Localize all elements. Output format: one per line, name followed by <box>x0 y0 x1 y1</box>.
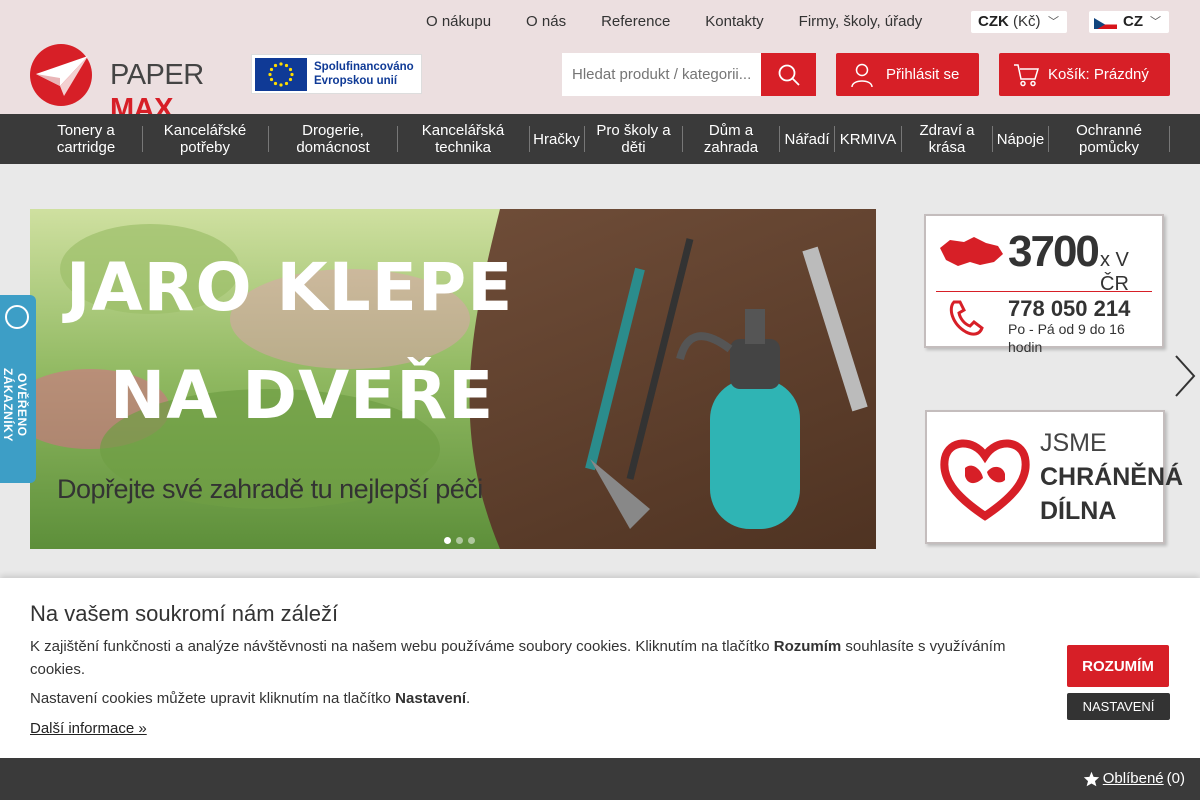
stores-suffix: x V ČR <box>1100 249 1129 295</box>
logo[interactable]: PAPER MAX <box>30 44 230 125</box>
language-select[interactable]: CZ ﹀ <box>1089 11 1169 33</box>
workshop-line1: JSME <box>1040 429 1107 457</box>
workshop-line2: CHRÁNĚNÁ <box>1040 463 1184 491</box>
currency-select[interactable]: CZK (Kč) ﹀ <box>971 11 1067 33</box>
category-dum-zahrada[interactable]: Dům a zahrada <box>683 114 779 164</box>
paper-plane-logo-icon <box>30 44 92 106</box>
cookie-accept-button[interactable]: ROZUMÍM <box>1067 645 1169 687</box>
search-box <box>562 53 816 96</box>
cart-icon <box>1014 63 1039 86</box>
favorites-label: Oblíbené <box>1102 770 1164 787</box>
banner-subtitle: Dopřejte své zahradě tu nejlepší péči <box>57 474 483 504</box>
bottom-bar: Oblíbené (0) <box>0 758 1200 800</box>
category-pro-skoly[interactable]: Pro školy a děti <box>585 114 682 164</box>
nav-link-o-nas[interactable]: O nás <box>526 12 566 32</box>
category-hracky[interactable]: Hračky <box>530 114 583 164</box>
currency-code: CZK <box>978 13 1009 30</box>
search-input[interactable] <box>562 53 761 96</box>
currency-symbol: (Kč) <box>1013 13 1041 30</box>
phone-number: 778 050 214 <box>1008 296 1131 321</box>
eu-text-line2: Evropskou unií <box>314 75 398 87</box>
category-krmiva[interactable]: KRMIVA <box>835 114 901 164</box>
cookie-more-info-link[interactable]: Další informace » <box>30 717 147 740</box>
cart-label: Košík: Prázdný <box>1048 66 1149 83</box>
banner-title-line1: JARO KLEPE <box>66 249 514 326</box>
cookie-settings-text: Nastavení cookies můžete upravit kliknut… <box>30 687 470 710</box>
verified-by-customers-badge[interactable]: OVĚŘENO ZÁKAZNÍKY <box>0 295 36 483</box>
phone-icon <box>949 300 984 336</box>
eu-text-line1: Spolufinancováno <box>314 61 414 73</box>
category-tonery[interactable]: Tonery a cartridge <box>30 114 142 164</box>
nav-link-reference[interactable]: Reference <box>601 12 670 32</box>
category-napoje[interactable]: Nápoje <box>993 114 1048 164</box>
user-icon <box>851 63 873 87</box>
eu-flag-icon <box>255 58 307 91</box>
slider-dot[interactable] <box>468 537 475 544</box>
category-separator <box>1169 126 1170 152</box>
favorites-link[interactable]: Oblíbené (0) <box>1083 769 1185 789</box>
eu-text: Spolufinancováno Evropskou unií <box>314 60 414 88</box>
cookie-text: K zajištění funkčnosti a analýze návštěv… <box>30 635 1030 681</box>
search-button[interactable] <box>761 53 816 96</box>
search-icon <box>778 64 800 86</box>
site-header: O nákupu O nás Reference Kontakty Firmy,… <box>0 0 1200 125</box>
verified-seal-icon <box>5 305 29 329</box>
stores-count: 3700 <box>1008 227 1100 276</box>
nav-link-kontakty[interactable]: Kontakty <box>705 12 763 32</box>
chevron-down-icon: ﹀ <box>1048 16 1059 28</box>
login-label: Přihlásit se <box>886 66 960 83</box>
language-code: CZ <box>1123 13 1143 30</box>
category-nav: Tonery a cartridge Kancelářské potřeby D… <box>0 114 1200 164</box>
cookie-text-part: Nastavení cookies můžete upravit kliknut… <box>30 690 396 707</box>
heart-hands-icon <box>940 439 1030 521</box>
cookie-text-part: . <box>466 690 471 707</box>
ad-divider <box>936 291 1152 292</box>
category-naradi[interactable]: Nářadí <box>780 114 834 164</box>
opening-hours: Po - Pá od 9 do 16 hodin <box>1008 321 1125 355</box>
cart-button[interactable]: Košík: Prázdný <box>999 53 1170 96</box>
category-kancelarske-potreby[interactable]: Kancelářské potřeby <box>143 114 267 164</box>
protected-workshop-ad[interactable]: JSME CHRÁNĚNÁ DÍLNA <box>925 410 1183 544</box>
category-kancelarska-technika[interactable]: Kancelářská technika <box>398 114 528 164</box>
slider-dots <box>444 537 475 544</box>
cookie-text-part: K zajištění funkčnosti a analýze návštěv… <box>30 638 774 655</box>
cookie-settings-button[interactable]: NASTAVENÍ <box>1067 693 1170 720</box>
login-button[interactable]: Přihlásit se <box>836 53 979 96</box>
nav-link-firmy[interactable]: Firmy, školy, úřady <box>799 12 923 32</box>
category-drogerie[interactable]: Drogerie, domácnost <box>269 114 397 164</box>
favorites-count: (0) <box>1166 770 1185 787</box>
czech-flag-icon <box>1094 16 1117 29</box>
cookie-text-bold: Rozumím <box>773 638 842 655</box>
workshop-text: JSME CHRÁNĚNÁ DÍLNA <box>1040 426 1183 528</box>
cookie-title: Na vašem soukromí nám záleží <box>30 601 339 626</box>
category-ochranne-pomucky[interactable]: Ochranné pomůcky <box>1049 114 1169 164</box>
stores-contact-ad[interactable]: 3700 x V ČR 778 050 214 Po - Pá od 9 do … <box>924 214 1164 355</box>
eu-cofunding-badge: Spolufinancováno Evropskou unií <box>251 54 422 94</box>
banner-title-line2: NA DVEŘE <box>110 357 495 434</box>
slider-next-button[interactable] <box>1172 354 1198 398</box>
promo-banner[interactable]: JARO KLEPE NA DVEŘE Dopřejte své zahradě… <box>30 209 876 549</box>
czech-map-icon <box>940 237 1003 266</box>
star-icon <box>1083 771 1099 787</box>
cookie-consent-bar: Na vašem soukromí nám záleží K zajištění… <box>0 578 1200 758</box>
slider-dot[interactable] <box>456 537 463 544</box>
chevron-down-icon: ﹀ <box>1150 16 1161 28</box>
logo-part1: PAPER <box>110 59 204 91</box>
badge-text: OVĚŘENO ZÁKAZNÍKY <box>1 368 29 442</box>
main-content: JARO KLEPE NA DVEŘE Dopřejte své zahradě… <box>0 164 1200 580</box>
cookie-text-bold: Nastavení <box>395 690 467 707</box>
chevron-right-icon <box>1175 355 1196 397</box>
category-zdravi-krasa[interactable]: Zdraví a krása <box>902 114 992 164</box>
slider-dot[interactable] <box>444 537 451 544</box>
top-nav: O nákupu O nás Reference Kontakty Firmy,… <box>426 12 957 32</box>
workshop-line3: DÍLNA <box>1040 497 1117 525</box>
nav-link-o-nakupu[interactable]: O nákupu <box>426 12 491 32</box>
